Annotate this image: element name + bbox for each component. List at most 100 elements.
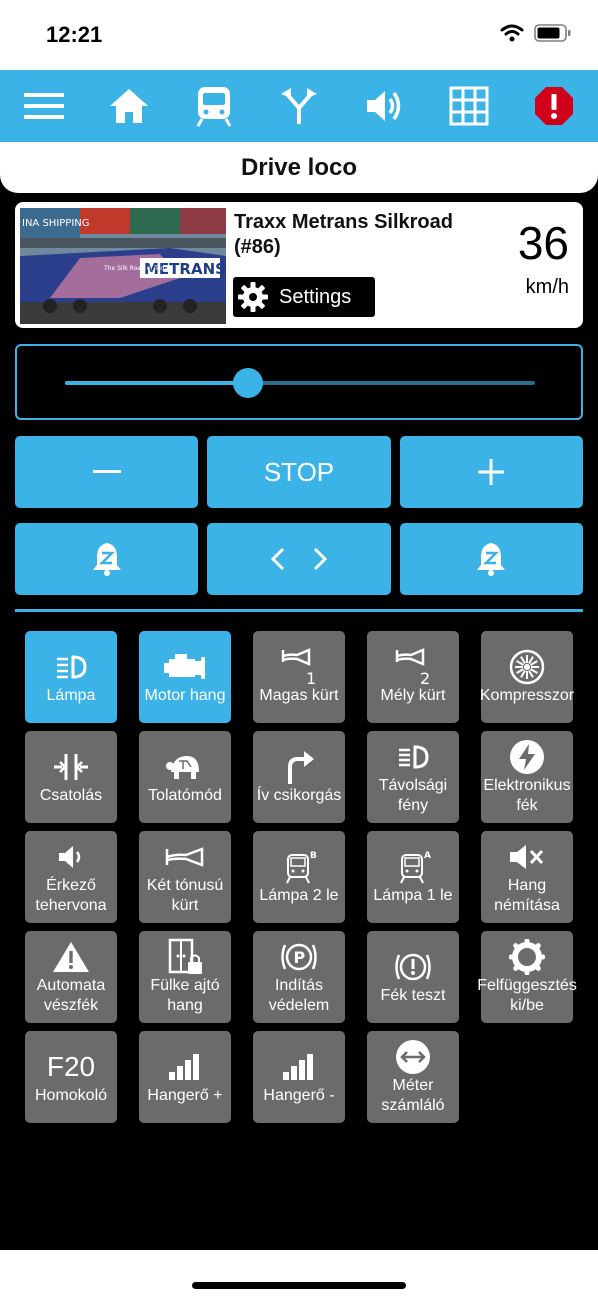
function-button[interactable]: Hang némítása: [481, 831, 573, 923]
function-label: Felfüggesztés ki/be: [477, 977, 577, 1014]
settings-button[interactable]: Settings: [233, 277, 375, 317]
volume-down-icon: [281, 1048, 317, 1086]
status-time: 12:21: [46, 22, 103, 47]
function-button[interactable]: Lámpa: [25, 631, 117, 723]
volume-up-icon: [167, 1048, 203, 1086]
function-grid: Lámpa Motor hang 1 Magas kürt 2 Mély kürt Komp…: [25, 631, 577, 1123]
bell-z-icon: [477, 543, 506, 576]
direction-arrows-icon: [270, 547, 327, 571]
stop-button[interactable]: STOP: [207, 436, 391, 508]
function-label: Kompresszor: [479, 687, 575, 704]
throttle-slider-fill: [65, 381, 249, 385]
turnout-icon[interactable]: [277, 84, 321, 128]
bell-z-icon: [92, 543, 121, 576]
throttle-slider-track[interactable]: [65, 368, 535, 398]
function-label: Ív csikorgás: [256, 787, 342, 804]
speed-value: 36: [517, 217, 569, 269]
svg-text:1: 1: [306, 669, 316, 686]
direction-button[interactable]: [207, 523, 391, 595]
function-button[interactable]: Hangerő +: [139, 1031, 231, 1123]
loco-image-tagline-text: The Silk Road of Today: [103, 265, 172, 272]
loco-image[interactable]: INA SHIPPING METRANS The Silk Road of To…: [20, 208, 226, 324]
svg-text:2: 2: [420, 669, 430, 686]
ring-icon: [509, 938, 545, 976]
home-indicator[interactable]: [192, 1282, 406, 1289]
function-button[interactable]: P Indítás védelem: [253, 931, 345, 1023]
function-button[interactable]: Érkező tehervona: [25, 831, 117, 923]
top-toolbar: [0, 70, 598, 142]
gear-icon: [238, 282, 268, 312]
speaker-icon[interactable]: [362, 84, 406, 128]
function-button[interactable]: Hangerő -: [253, 1031, 345, 1123]
direction-controls: [15, 523, 583, 595]
function-button[interactable]: Ív csikorgás: [253, 731, 345, 823]
function-button[interactable]: Elektronikus fék: [481, 731, 573, 823]
function-label: Csatolás: [39, 787, 103, 804]
function-label: Indítás védelem: [268, 977, 330, 1014]
function-button[interactable]: 1 Magas kürt: [253, 631, 345, 723]
function-label: Mély kürt: [380, 687, 446, 704]
menu-icon[interactable]: [22, 84, 66, 128]
svg-text:A: A: [424, 851, 431, 861]
function-button[interactable]: A Lámpa 1 le: [367, 831, 459, 923]
function-button[interactable]: Két tónusú kürt: [139, 831, 231, 923]
home-indicator-area: [0, 1250, 598, 1300]
function-label: Hang némítása: [494, 877, 560, 914]
alert-icon[interactable]: [532, 84, 576, 128]
door-lock-icon: [166, 938, 204, 976]
horn-icon: [164, 838, 206, 876]
function-button[interactable]: Méter számláló: [367, 1031, 459, 1123]
train-b-icon: B: [279, 848, 319, 886]
function-button[interactable]: Tolatómód: [139, 731, 231, 823]
function-button[interactable]: Kompresszor: [479, 631, 575, 723]
f20-label: F20: [46, 1051, 96, 1082]
status-icons: [500, 24, 572, 42]
function-label: Automata vészfék: [36, 977, 106, 1014]
throttle-slider-box: [15, 344, 583, 420]
function-button[interactable]: Felfüggesztés ki/be: [477, 931, 577, 1023]
page-title: Drive loco: [240, 153, 358, 181]
engine-icon: [163, 648, 207, 686]
function-button[interactable]: Fülke ajtó hang: [139, 931, 231, 1023]
function-button[interactable]: Távolsági fény: [367, 731, 459, 823]
function-label: Motor hang: [144, 687, 226, 704]
throttle-slider-thumb[interactable]: [233, 368, 264, 398]
train-icon[interactable]: [192, 84, 236, 128]
function-label: Két tónusú kürt: [146, 877, 224, 914]
speed-unit: km/h: [525, 276, 569, 298]
sleep-right-button[interactable]: [399, 523, 583, 595]
function-button[interactable]: F20 Homokoló: [25, 1031, 117, 1123]
speed-plus-button[interactable]: [399, 436, 583, 508]
loco-name: Traxx Metrans Silkroad (#86): [234, 211, 453, 258]
status-bar: 12:21: [0, 0, 598, 70]
function-label: Lámpa 1 le: [373, 887, 453, 904]
grid-icon[interactable]: [447, 84, 491, 128]
speed-minus-button[interactable]: [15, 436, 199, 508]
function-button[interactable]: Fék teszt: [367, 931, 459, 1023]
function-button[interactable]: B Lámpa 2 le: [253, 831, 345, 923]
function-label: Méter számláló: [381, 1077, 445, 1114]
function-label: Hangerő -: [263, 1087, 335, 1104]
function-label: Lámpa 2 le: [259, 887, 339, 904]
function-button[interactable]: Motor hang: [139, 631, 231, 723]
mute-icon: [508, 838, 546, 876]
home-icon[interactable]: [107, 84, 151, 128]
function-button[interactable]: Csatolás: [25, 731, 117, 823]
coupling-icon: [52, 748, 90, 786]
function-label: Elektronikus fék: [483, 777, 571, 814]
battery-icon: [534, 24, 571, 42]
train-a-icon: A: [393, 848, 433, 886]
page-title-bar: Drive loco: [0, 142, 598, 193]
function-button[interactable]: 2 Mély kürt: [367, 631, 459, 723]
parking-brake-icon: P: [279, 938, 319, 976]
function-button[interactable]: Automata vészfék: [25, 931, 117, 1023]
fan-icon: [509, 648, 545, 686]
horn-1-icon: 1: [279, 648, 319, 686]
brake-icon: [393, 948, 433, 986]
function-label: Homokoló: [34, 1087, 108, 1104]
highbeam-icon: [395, 738, 431, 776]
function-label: Érkező tehervona: [35, 877, 107, 914]
turtle-icon: [165, 748, 205, 786]
settings-label: Settings: [279, 285, 352, 308]
sleep-left-button[interactable]: [15, 523, 199, 595]
